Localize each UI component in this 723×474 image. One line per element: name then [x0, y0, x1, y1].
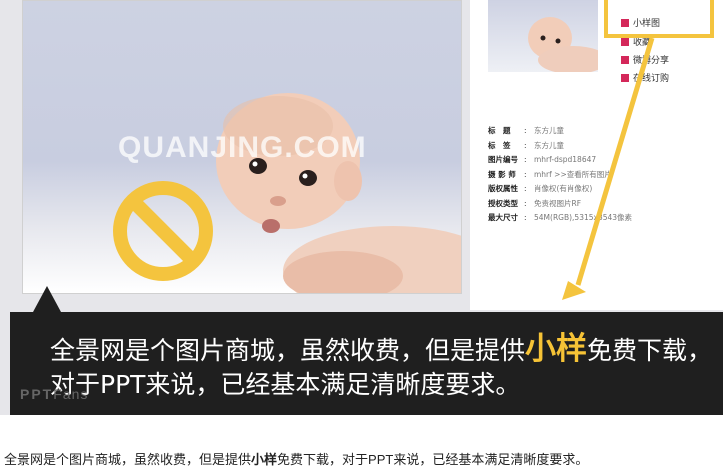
meta-row: 标 签: 东方儿童 — [488, 140, 564, 150]
caption-line-1: 全景网是个图片商城，虽然收费，但是提供小样免费下载， — [50, 331, 713, 367]
meta-row: 图片编号: mhrf-dspd18647 — [488, 155, 597, 164]
detail-panel: 小样图 收藏 微博分享 在线订购 标 题: 东方儿童 标 签: 东方儿童 图片编号:… — [470, 0, 723, 310]
brand-logo: PPTFans — [20, 386, 89, 402]
highlight-box — [604, 0, 714, 38]
meta-row: 摄 影 师: mhrf >>查看所有图片 — [488, 169, 612, 179]
caption-pointer — [33, 286, 61, 312]
thumbnail-baby-icon — [528, 17, 598, 72]
caption-line-2: 对于PPT来说，已经基本满足清晰度要求。 — [50, 370, 521, 399]
footer-paragraph: 全景网是个图片商城，虽然收费，但是提供小样免费下载，对于PPT来说，已经基本满足… — [4, 452, 589, 467]
baby-image — [216, 93, 461, 293]
favorite-icon — [621, 37, 629, 46]
caption-text: 全景网是个图片商城，虽然收费，但是提供小样免费下载， 对于PPT来说，已经基本满… — [50, 332, 712, 402]
watermark-text: QUANJING.COM — [118, 131, 367, 164]
cart-icon — [621, 73, 629, 82]
caption-highlight: 小样 — [525, 331, 588, 367]
forbidden-icon — [113, 181, 213, 281]
screenshot-area: QUANJING.COM 小样图 收藏 微博分享 在线订购 标 题: 东方儿童… — [0, 0, 723, 415]
caption-box: 全景网是个图片商城，虽然收费，但是提供小样免费下载， 对于PPT来说，已经基本满… — [10, 312, 723, 415]
meta-row: 授权类型: 免责视图片RF — [488, 198, 582, 208]
share-icon — [621, 55, 629, 64]
image-metadata: 标 题: 东方儿童 标 签: 东方儿童 图片编号: mhrf-dspd18647 摄 … — [488, 124, 632, 226]
main-photo: QUANJING.COM — [22, 0, 462, 294]
thumbnail-image[interactable] — [488, 0, 598, 72]
action-buy-online[interactable]: 在线订购 — [621, 71, 669, 84]
meta-row: 最大尺寸:54M(RGB),5315x3543像素 — [488, 213, 633, 222]
meta-row: 版权属性: 肖像权(有肖像权) — [488, 184, 593, 193]
action-weibo-share[interactable]: 微博分享 — [621, 53, 669, 66]
meta-row: 标 题: 东方儿童 — [488, 126, 564, 135]
